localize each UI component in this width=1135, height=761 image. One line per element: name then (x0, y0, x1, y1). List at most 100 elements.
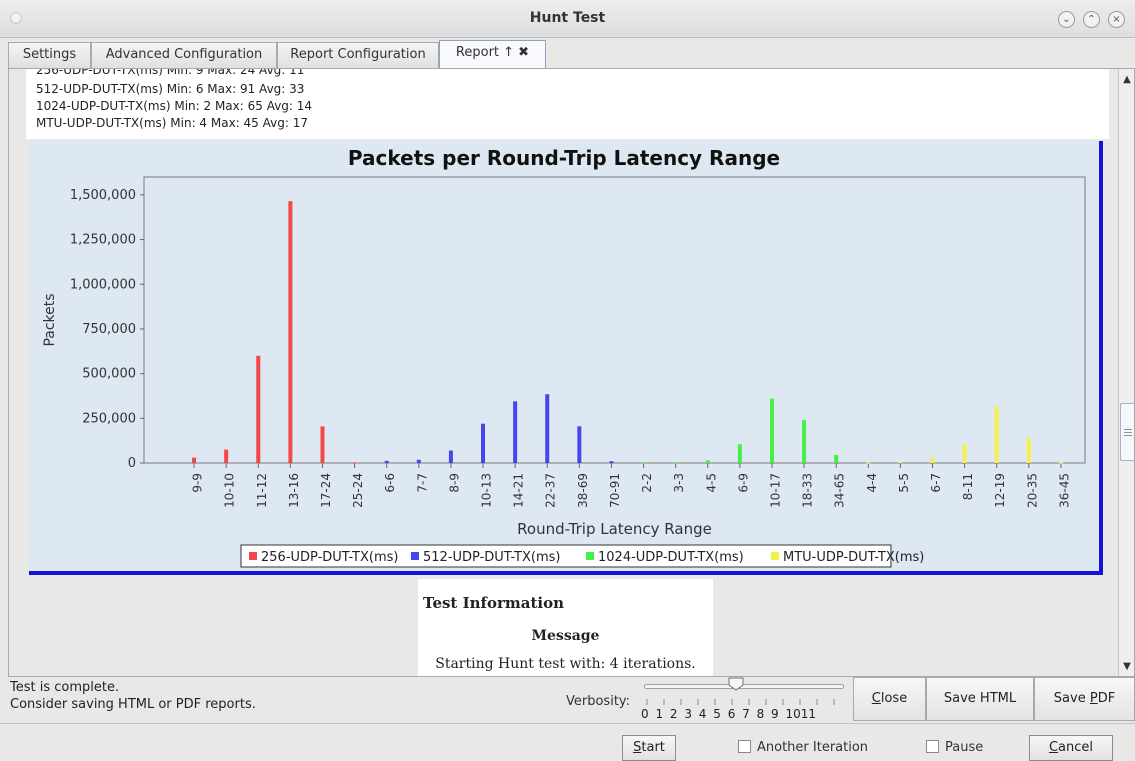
another-iteration-checkbox[interactable]: Another Iteration (738, 740, 868, 755)
maximize-icon[interactable]: ⌃ (1083, 11, 1100, 28)
legend-swatch (411, 552, 419, 560)
x-tick-label: 11-12 (255, 473, 269, 508)
x-tick-label: 34-65 (833, 473, 847, 508)
x-tick-label: 7-7 (415, 473, 429, 493)
scroll-down-icon[interactable]: ▼ (1119, 659, 1134, 675)
y-tick-label: 750,000 (82, 322, 136, 337)
x-tick-label: 4-5 (704, 473, 718, 493)
x-tick-label: 10-17 (768, 473, 782, 508)
status-line-2: Consider saving HTML or PDF reports. (10, 697, 256, 712)
summary-line: MTU-UDP-DUT-TX(ms) Min: 4 Max: 45 Avg: 1… (36, 116, 308, 130)
report-panel: 256-UDP-DUT-TX(ms) Min: 9 Max: 24 Avg: 1… (8, 68, 1135, 677)
tab-settings[interactable]: Settings (8, 42, 91, 68)
x-tick-label: 10-13 (480, 473, 494, 508)
x-tick-label: 70-91 (608, 473, 622, 508)
tab-advanced-configuration[interactable]: Advanced Configuration (91, 42, 277, 68)
legend-label: 256-UDP-DUT-TX(ms) (261, 550, 398, 565)
report-summary: 256-UDP-DUT-TX(ms) Min: 9 Max: 24 Avg: 1… (26, 69, 1109, 139)
x-tick-label: 12-19 (993, 473, 1007, 508)
legend-swatch (586, 552, 594, 560)
latency-chart: Packets per Round-Trip Latency Range 0 25… (29, 141, 1103, 575)
x-tick-label: 6-7 (929, 473, 943, 493)
verbosity-slider-thumb[interactable] (728, 677, 744, 691)
bar (416, 459, 421, 463)
bar (769, 398, 774, 463)
bar (641, 462, 646, 464)
tab-report-configuration[interactable]: Report Configuration (277, 42, 439, 68)
bar (256, 355, 261, 463)
x-tick-label: 17-24 (319, 473, 333, 508)
x-tick-label: 6-9 (736, 473, 750, 493)
minimize-icon[interactable]: ⌄ (1058, 11, 1075, 28)
message-header: Message (531, 628, 600, 644)
bar (930, 457, 935, 463)
vertical-scrollbar[interactable]: ▲ ▼ (1118, 69, 1134, 676)
legend-label: MTU-UDP-DUT-TX(ms) (783, 550, 924, 565)
bar (224, 449, 229, 463)
title-bar: Hunt Test ⌄ ⌃ × (0, 0, 1135, 38)
bar (513, 401, 518, 463)
x-tick-label: 10-10 (223, 473, 237, 508)
x-axis-label: Round-Trip Latency Range (517, 520, 712, 538)
message-text: Starting Hunt test with: 4 iterations. (435, 656, 696, 672)
hunt-test-window: Hunt Test ⌄ ⌃ × Settings Advanced Config… (0, 0, 1135, 761)
bar (384, 460, 389, 463)
legend-swatch (771, 552, 779, 560)
bar (673, 462, 678, 464)
y-axis-label: Packets (42, 293, 58, 346)
plot-area (143, 176, 1086, 464)
verbosity-slider[interactable] (644, 684, 844, 689)
bar (609, 461, 614, 463)
y-tick-label: 250,000 (82, 411, 136, 426)
x-tick-label: 18-33 (801, 473, 815, 508)
cancel-button[interactable]: Cancel (1029, 735, 1113, 761)
verbosity-ticks (646, 699, 835, 705)
x-tick-label: 6-6 (383, 473, 397, 493)
y-tick-label: 1,000,000 (70, 277, 136, 292)
scroll-thumb[interactable] (1120, 403, 1134, 461)
bar (737, 444, 742, 463)
bar (834, 454, 839, 463)
y-tick-label: 500,000 (82, 367, 136, 382)
x-tick-label: 2-2 (640, 473, 654, 493)
status-line-1: Test is complete. (10, 680, 120, 695)
legend-label: 512-UDP-DUT-TX(ms) (423, 550, 560, 565)
x-tick-label: 36-45 (1057, 473, 1071, 508)
verbosity-tick-labels: 0 1 2 3 4 5 6 7 8 9 1011 (641, 707, 817, 721)
test-information: Test Information Message Starting Hunt t… (418, 579, 713, 676)
bar (192, 457, 197, 463)
bar (320, 426, 325, 463)
bar (448, 450, 453, 463)
save-html-button[interactable]: Save HTML (926, 677, 1034, 721)
close-button[interactable]: Close (853, 677, 926, 721)
bar (1026, 437, 1031, 463)
legend-swatch (249, 552, 257, 560)
pause-checkbox[interactable]: Pause (926, 740, 983, 755)
save-pdf-button[interactable]: Save PDF (1034, 677, 1135, 721)
tab-report[interactable]: Report ↑ ✖ (439, 40, 546, 69)
x-tick-label: 14-21 (512, 473, 526, 508)
x-tick-label: 8-9 (447, 473, 461, 493)
bar (352, 462, 357, 464)
verbosity-label: Verbosity: (566, 694, 631, 709)
window-title: Hunt Test (529, 10, 606, 26)
legend-label: 1024-UDP-DUT-TX(ms) (598, 550, 744, 565)
bar (962, 444, 967, 463)
status-bar: Test is complete. Consider saving HTML o… (0, 677, 1135, 723)
x-tick-label: 3-3 (672, 473, 686, 493)
scroll-up-icon[interactable]: ▲ (1119, 72, 1134, 88)
start-button[interactable]: Start (622, 735, 676, 761)
x-tick-label: 9-9 (191, 473, 205, 493)
x-tick-label: 25-24 (351, 473, 365, 508)
chart-svg: 0 250,000 500,000 750,000 1,000,000 1,250,000… (42, 176, 1086, 568)
x-tick-label: 20-35 (1025, 473, 1039, 508)
bar (481, 423, 486, 463)
bar (705, 460, 710, 463)
x-tick-label: 13-16 (287, 473, 301, 508)
summary-line: 1024-UDP-DUT-TX(ms) Min: 2 Max: 65 Avg: … (36, 99, 313, 113)
x-tick-label: 38-69 (576, 473, 590, 508)
x-tick-label: 8-11 (961, 473, 975, 500)
pause-label: Pause (945, 740, 984, 755)
close-window-icon[interactable]: × (1108, 11, 1125, 28)
bar (866, 462, 871, 464)
